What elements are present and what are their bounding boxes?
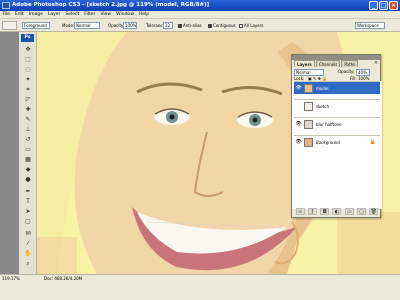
layer-row-blur-halftone[interactable]: 👁 blur halftone	[294, 117, 380, 130]
menu-file[interactable]: File	[0, 11, 13, 18]
window-title: Adobe Photoshop CS3 - [sketch 2.jpg @ 11…	[12, 2, 210, 8]
gradient-tool-icon[interactable]: ▦	[23, 156, 33, 164]
lock-icon: 🔒	[369, 139, 376, 145]
layers-panel: Layers Channels Paths × Normal Opacity: …	[291, 54, 382, 218]
layer-name: model	[316, 86, 329, 91]
slice-tool-icon[interactable]: ◸	[23, 96, 33, 104]
layer-thumbnail	[304, 138, 313, 147]
minimize-button[interactable]: _	[369, 1, 378, 10]
menu-window[interactable]: Window	[114, 11, 137, 18]
visibility-eye-icon[interactable]: 👁	[295, 136, 302, 149]
opacity-field[interactable]: 100%	[123, 22, 137, 29]
shape-tool-icon[interactable]: ▢	[23, 218, 33, 226]
group-icon[interactable]: ▭	[344, 208, 354, 215]
contiguous-checkbox[interactable]	[208, 24, 212, 28]
zoom-level[interactable]: 119.17%	[2, 275, 20, 283]
tab-channels[interactable]: Channels	[315, 60, 341, 67]
layer-mask-icon[interactable]: ◘	[320, 208, 330, 215]
marquee-tool-icon[interactable]: ⬚	[23, 56, 33, 64]
hand-tool-icon[interactable]: ✋	[23, 250, 33, 258]
menu-select[interactable]: Select	[63, 11, 82, 18]
layer-thumbnail	[304, 84, 313, 93]
layer-name: blur halftone	[316, 122, 342, 127]
adjustment-layer-icon[interactable]: ◐	[332, 208, 342, 215]
layer-name: Background	[316, 140, 340, 145]
layer-style-icon[interactable]: ƒ	[307, 208, 317, 215]
clone-stamp-tool-icon[interactable]: ⊥	[23, 126, 33, 134]
all-layers-option[interactable]: All Layers	[239, 19, 264, 31]
pen-tool-icon[interactable]: ✒	[23, 188, 33, 196]
path-selection-tool-icon[interactable]: ➤	[23, 208, 33, 216]
ps-logo: Ps	[21, 34, 34, 42]
layer-list: 👁 model sketch 👁 blur halftone 👁 Backgro…	[292, 81, 382, 209]
title-bar: Adobe Photoshop CS3 - [sketch 2.jpg @ 11…	[0, 0, 400, 11]
photoshop-window: Adobe Photoshop CS3 - [sketch 2.jpg @ 11…	[0, 0, 400, 300]
layers-panel-tabs: Layers Channels Paths	[294, 60, 359, 67]
options-bar: Foreground Mode: Normal Opacity: 100% To…	[0, 19, 400, 32]
toolbox: Ps ✥ ⬚ ◌ ✦ ⌗ ◸ ✚ ✎ ⊥ ↺ ▭ ▦ ◆ ● ✒ T ➤ ▢ ✉…	[19, 32, 37, 274]
menu-layer[interactable]: Layer	[45, 11, 63, 18]
maximize-button[interactable]: □	[379, 1, 388, 10]
notes-tool-icon[interactable]: ✉	[23, 230, 33, 238]
delete-layer-icon[interactable]: 🗑	[369, 208, 379, 215]
link-layers-icon[interactable]: ∞	[295, 208, 305, 215]
layer-thumbnail	[304, 120, 313, 129]
panel-close-icon[interactable]: ×	[374, 61, 378, 66]
window-controls: _ □ ×	[369, 1, 398, 10]
workspace-button[interactable]: Workspace	[355, 22, 385, 29]
sample-dropdown[interactable]: Foreground	[22, 22, 50, 29]
lasso-tool-icon[interactable]: ◌	[23, 66, 33, 74]
mode-label: Mode:	[62, 23, 75, 28]
magic-wand-tool-icon[interactable]: ✦	[23, 76, 33, 84]
menu-bar: File Edit Image Layer Select Filter View…	[0, 11, 400, 19]
layer-row-background[interactable]: 👁 Background 🔒	[294, 135, 380, 148]
visibility-eye-icon[interactable]: 👁	[295, 82, 302, 95]
mode-dropdown[interactable]: Normal	[74, 22, 100, 29]
layer-name: sketch	[316, 104, 330, 109]
menu-view[interactable]: View	[98, 11, 114, 18]
all-layers-checkbox[interactable]	[239, 24, 243, 28]
zoom-tool-icon[interactable]: ⌕	[23, 260, 33, 268]
antialias-checkbox[interactable]	[178, 24, 182, 28]
tolerance-field[interactable]: 32	[163, 22, 173, 29]
dodge-tool-icon[interactable]: ●	[23, 176, 33, 184]
photoshop-app-icon	[2, 2, 10, 9]
document-size[interactable]: Doc: 468.2K/4.20M	[44, 275, 82, 283]
type-tool-icon[interactable]: T	[23, 198, 33, 206]
opacity-label: Opacity:	[108, 23, 125, 28]
all-layers-label: All Layers	[244, 23, 264, 28]
tab-layers[interactable]: Layers	[294, 60, 315, 67]
layer-row-model[interactable]: 👁 model	[294, 81, 380, 94]
menu-help[interactable]: Help	[136, 11, 151, 18]
menu-image[interactable]: Image	[26, 11, 45, 18]
healing-brush-tool-icon[interactable]: ✚	[23, 106, 33, 114]
menu-filter[interactable]: Filter	[82, 11, 98, 18]
contiguous-option[interactable]: Contiguous	[208, 19, 236, 31]
status-bar: 119.17% Doc: 468.2K/4.20M	[0, 274, 400, 300]
antialias-label: Anti-alias	[183, 23, 202, 28]
visibility-eye-icon[interactable]: 👁	[295, 118, 302, 131]
move-tool-icon[interactable]: ✥	[23, 46, 33, 54]
antialias-option[interactable]: Anti-alias	[178, 19, 202, 31]
contiguous-label: Contiguous	[213, 23, 236, 28]
crop-tool-icon[interactable]: ⌗	[23, 86, 33, 94]
layers-panel-footer: ∞ ƒ ◘ ◐ ▭ ▢ 🗑	[294, 208, 380, 215]
menu-edit[interactable]: Edit	[13, 11, 27, 18]
blur-tool-icon[interactable]: ◆	[23, 166, 33, 174]
eraser-tool-icon[interactable]: ▭	[23, 146, 33, 154]
eyedropper-tool-icon[interactable]: ⁄	[23, 240, 33, 248]
tab-paths[interactable]: Paths	[341, 60, 359, 67]
brush-tool-icon[interactable]: ✎	[23, 116, 33, 124]
tool-preset-picker[interactable]	[2, 21, 17, 30]
history-brush-tool-icon[interactable]: ↺	[23, 136, 33, 144]
close-button[interactable]: ×	[389, 1, 398, 10]
new-layer-icon[interactable]: ▢	[357, 208, 367, 215]
layer-row-sketch[interactable]: sketch	[294, 99, 380, 112]
layer-thumbnail	[304, 102, 313, 111]
